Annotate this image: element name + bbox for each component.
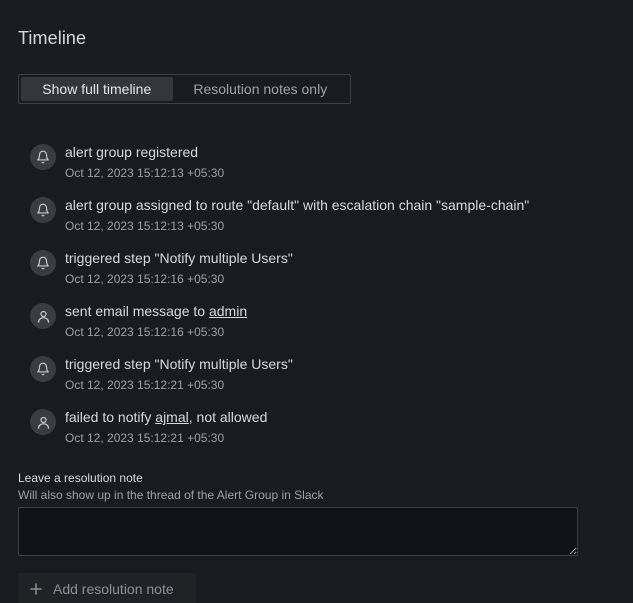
resolution-notes-only-option[interactable]: Resolution notes only xyxy=(173,77,348,101)
event-timestamp: Oct 12, 2023 15:12:13 +05:30 xyxy=(65,166,225,180)
timeline-event: sent email message to admin Oct 12, 2023… xyxy=(30,302,620,355)
timeline-page: Timeline Show full timeline Resolution n… xyxy=(0,0,633,603)
page-title: Timeline xyxy=(18,28,87,48)
timeline-event: alert group registered Oct 12, 2023 15:1… xyxy=(30,143,620,196)
user-icon xyxy=(30,303,56,329)
timeline-list: alert group registered Oct 12, 2023 15:1… xyxy=(30,143,620,461)
timeline-event: alert group assigned to route "default" … xyxy=(30,196,620,249)
resolution-note-description: Will also show up in the thread of the A… xyxy=(18,488,324,502)
show-full-timeline-option[interactable]: Show full timeline xyxy=(21,77,173,101)
timeline-view-toggle: Show full timeline Resolution notes only xyxy=(18,74,351,104)
resolution-note-textarea[interactable] xyxy=(18,507,578,556)
event-timestamp: Oct 12, 2023 15:12:21 +05:30 xyxy=(65,431,225,445)
event-timestamp: Oct 12, 2023 15:12:13 +05:30 xyxy=(65,219,225,233)
resolution-note-label: Leave a resolution note xyxy=(18,471,143,485)
user-icon xyxy=(30,409,56,435)
event-text: alert group assigned to route "default" … xyxy=(65,197,530,213)
user-link[interactable]: ajmal xyxy=(155,409,188,425)
user-link[interactable]: admin xyxy=(209,303,247,319)
bell-icon xyxy=(30,197,56,223)
event-text: alert group registered xyxy=(65,144,199,160)
timeline-event: triggered step "Notify multiple Users" O… xyxy=(30,249,620,302)
event-timestamp: Oct 12, 2023 15:12:16 +05:30 xyxy=(65,272,225,286)
event-text: failed to notify ajmal, not allowed xyxy=(65,409,268,425)
event-timestamp: Oct 12, 2023 15:12:21 +05:30 xyxy=(65,378,225,392)
bell-icon xyxy=(30,356,56,382)
event-timestamp: Oct 12, 2023 15:12:16 +05:30 xyxy=(65,325,225,339)
bell-icon xyxy=(30,250,56,276)
event-text: sent email message to admin xyxy=(65,303,248,319)
bell-icon xyxy=(30,144,56,170)
plus-icon xyxy=(30,583,42,595)
event-text: triggered step "Notify multiple Users" xyxy=(65,250,293,266)
timeline-event: triggered step "Notify multiple Users" O… xyxy=(30,355,620,408)
add-resolution-note-label: Add resolution note xyxy=(53,581,174,597)
add-resolution-note-button[interactable]: Add resolution note xyxy=(18,573,196,603)
event-text: triggered step "Notify multiple Users" xyxy=(65,356,293,372)
timeline-event: failed to notify ajmal, not allowed Oct … xyxy=(30,408,620,461)
